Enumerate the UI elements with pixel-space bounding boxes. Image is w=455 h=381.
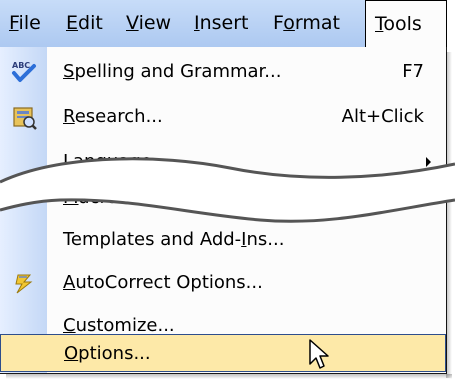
menu-tools[interactable]: Tools <box>365 0 447 48</box>
menu-item-spelling-and-grammar[interactable]: ABC Spelling and Grammar... F7 <box>0 53 446 91</box>
menu-bottom-shadow <box>6 374 452 379</box>
research-shortcut: Alt+Click <box>341 106 424 127</box>
window-frame: File Edit View Insert Format Tools ABC S… <box>0 0 455 381</box>
menu-bar: File Edit View Insert Format Tools <box>0 0 447 48</box>
menu-item-options-label: Options... <box>64 343 151 364</box>
menu-insert-label: nsert <box>199 12 249 34</box>
arrow-cursor-icon <box>309 339 329 369</box>
menu-file-mnemonic: F <box>9 12 19 34</box>
spelling-icon: ABC <box>12 61 36 82</box>
menu-item-options[interactable]: Options... <box>0 334 446 372</box>
menu-edit[interactable]: Edit <box>57 0 112 47</box>
menu-edit-label: dit <box>78 12 103 34</box>
menu-format-label-pre: F <box>273 12 284 34</box>
menu-edit-mnemonic: E <box>66 12 79 34</box>
menu-file[interactable]: File <box>0 0 50 47</box>
research-icon <box>13 107 37 130</box>
autocorrect-icon <box>15 274 33 294</box>
menu-view[interactable]: View <box>117 0 180 47</box>
menu-item-spelling-and-grammar-label: Spelling and Grammar... <box>63 61 282 82</box>
menu-item-research[interactable]: Research... Alt+Click <box>0 98 446 136</box>
menu-item-research-label: Research... <box>63 106 163 127</box>
menu-view-label: iew <box>138 12 172 34</box>
menu-view-mnemonic: V <box>126 12 139 34</box>
menu-format-mnemonic: o <box>283 12 295 34</box>
spelling-shortcut: F7 <box>402 61 424 82</box>
svg-text:ABC: ABC <box>12 61 30 70</box>
menu-insert[interactable]: Insert <box>185 0 258 47</box>
menu-item-autocorrect-label: AutoCorrect Options... <box>63 272 263 293</box>
torn-break-divider <box>0 157 455 223</box>
menu-tools-label: ools <box>383 13 422 35</box>
menu-format[interactable]: Format <box>264 0 349 47</box>
menu-item-autocorrect-options[interactable]: AutoCorrect Options... <box>0 264 446 302</box>
menu-file-label: ile <box>18 12 41 34</box>
menu-format-label: rmat <box>294 12 340 34</box>
